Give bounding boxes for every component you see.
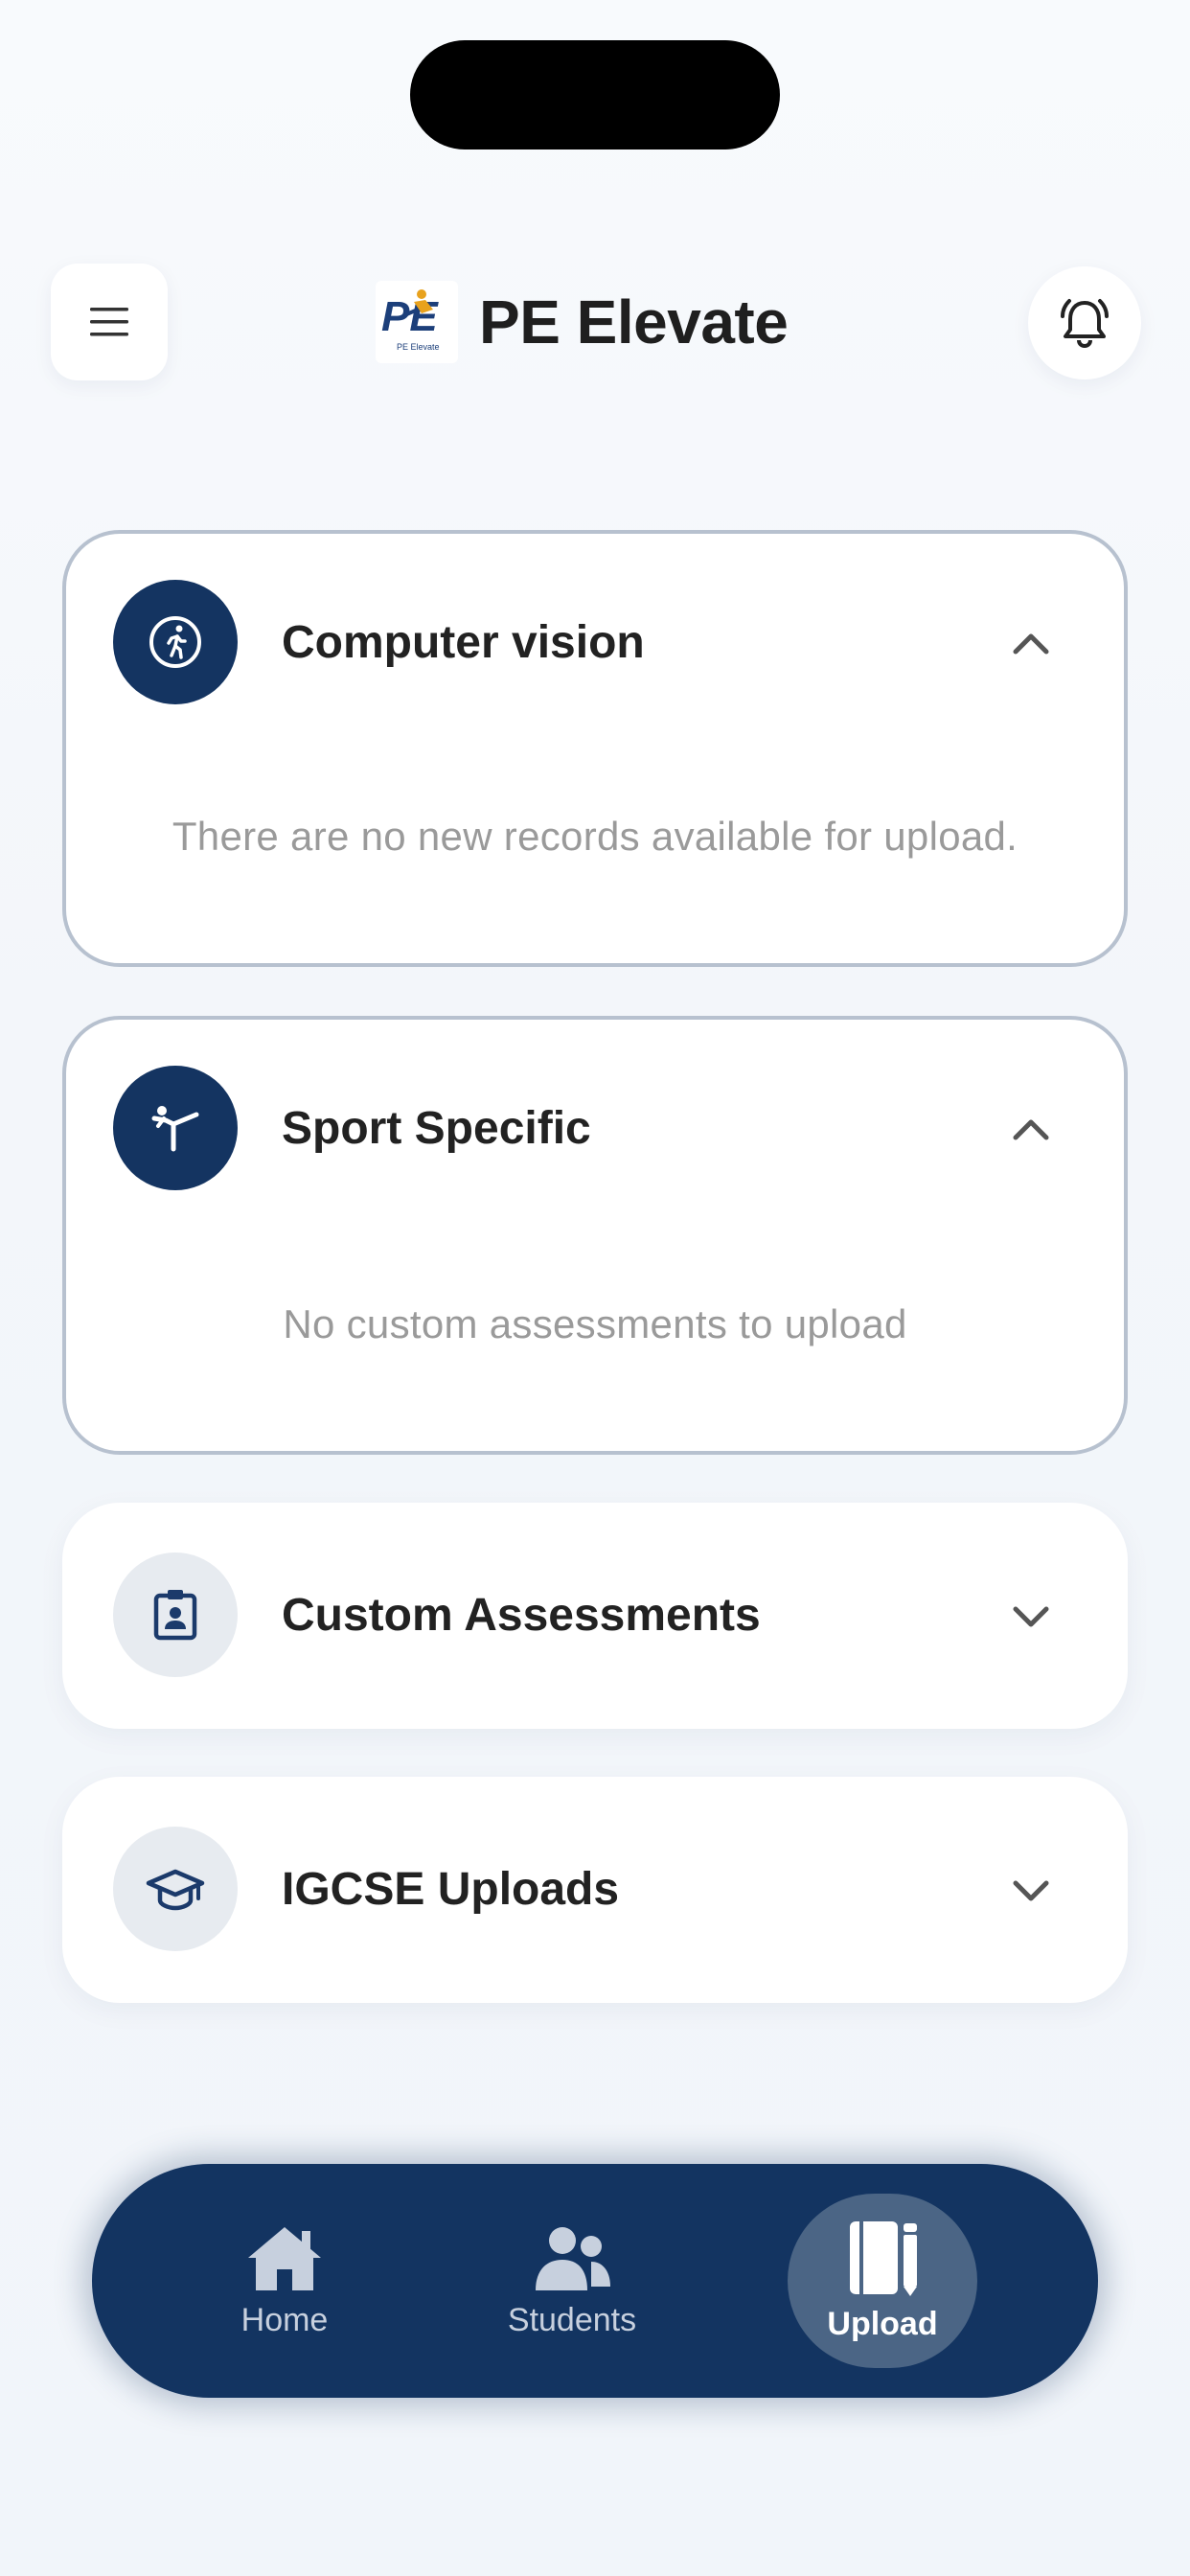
nav-label: Upload (827, 2305, 938, 2342)
karate-kick-icon (151, 1106, 199, 1152)
section-icon-container (113, 1827, 238, 1951)
section-igcse-uploads[interactable]: IGCSE Uploads (62, 1777, 1128, 2003)
notebook-pen-icon (850, 2220, 917, 2296)
app-brand: PE PE Elevate PE Elevate (376, 278, 789, 366)
section-title: Sport Specific (282, 1103, 591, 1154)
app-logo: PE PE Elevate (376, 281, 458, 363)
chevron-down-icon[interactable] (1008, 1868, 1054, 1914)
nav-label: Home (240, 2301, 329, 2338)
empty-state-message: No custom assessments to upload (283, 1301, 907, 1346)
camera-notch (410, 40, 780, 150)
logo-letters: PE (381, 293, 439, 340)
section-header-sport-specific[interactable]: Sport Specific (62, 1016, 1120, 1236)
chevron-up-icon[interactable] (1008, 1107, 1054, 1153)
section-icon-container (113, 1066, 238, 1190)
notifications-button[interactable] (1028, 266, 1141, 380)
chevron-up-icon[interactable] (1008, 621, 1054, 667)
section-sport-specific: Sport Specific No custom assessments to … (62, 1016, 1128, 1455)
chevron-down-icon[interactable] (1008, 1594, 1054, 1640)
section-custom-assessments[interactable]: Custom Assessments (62, 1503, 1128, 1729)
section-header-igcse-uploads[interactable]: IGCSE Uploads (62, 1777, 1128, 1997)
nav-item-home[interactable]: Home (189, 2164, 380, 2398)
id-badge-icon (153, 1590, 197, 1641)
menu-button[interactable] (51, 264, 168, 380)
nav-item-upload[interactable]: Upload (788, 2194, 977, 2368)
section-icon-container (113, 580, 238, 704)
section-computer-vision: Computer vision There are no new records… (62, 530, 1128, 967)
running-person-icon (149, 616, 201, 668)
nav-label: Students (507, 2301, 637, 2338)
logo-subtext: PE Elevate (397, 342, 440, 352)
section-title: Custom Assessments (282, 1590, 761, 1641)
bottom-navigation: Home Students Upload (92, 2164, 1098, 2398)
home-icon (248, 2226, 321, 2290)
bell-icon (1061, 299, 1109, 349)
section-title: IGCSE Uploads (282, 1864, 620, 1915)
hamburger-menu-icon (90, 308, 128, 336)
section-header-computer-vision[interactable]: Computer vision (62, 530, 1120, 750)
empty-state-message: There are no new records available for u… (172, 814, 1018, 859)
section-title: Computer vision (282, 617, 645, 668)
app-title: PE Elevate (479, 288, 789, 356)
graduation-cap-icon (146, 1869, 205, 1911)
nav-item-students[interactable]: Students (476, 2164, 668, 2398)
users-icon (536, 2226, 610, 2290)
section-icon-container (113, 1552, 238, 1677)
section-header-custom-assessments[interactable]: Custom Assessments (62, 1503, 1128, 1723)
